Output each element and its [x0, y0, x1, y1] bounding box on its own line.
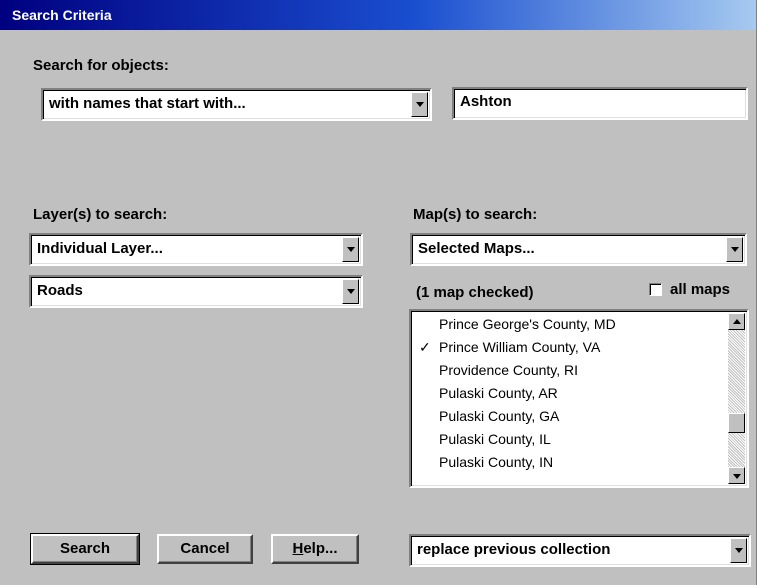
map-scope-value: Selected Maps... [418, 240, 535, 257]
chevron-down-icon[interactable] [726, 237, 743, 262]
layer-scope-value: Individual Layer... [37, 240, 163, 257]
maps-list[interactable]: Prince George's County, MD ✓ Prince Will… [409, 309, 749, 488]
list-item[interactable]: Prince George's County, MD [439, 316, 616, 332]
title-bar[interactable]: Search Criteria [0, 0, 756, 30]
search-text-value: Ashton [460, 93, 512, 110]
chevron-down-icon[interactable] [342, 237, 359, 262]
search-criteria-dialog: Search Criteria Search for objects: with… [0, 0, 757, 585]
layer-value: Roads [37, 282, 83, 299]
chevron-down-icon[interactable] [342, 279, 359, 304]
list-item[interactable]: Prince William County, VA [439, 339, 600, 355]
scrollbar-thumb[interactable] [728, 413, 745, 433]
maps-checked-count: (1 map checked) [416, 284, 534, 301]
map-scope-select[interactable]: Selected Maps... [410, 233, 747, 266]
all-maps-label[interactable]: all maps [670, 281, 730, 298]
cancel-button[interactable]: Cancel [157, 534, 253, 564]
list-item[interactable]: Providence County, RI [439, 362, 578, 378]
checkmark-icon: ✓ [419, 339, 431, 355]
search-for-label: Search for objects: [33, 57, 169, 74]
help-button[interactable]: Help... [271, 534, 359, 564]
layer-select[interactable]: Roads [29, 275, 363, 308]
help-button-label: elp... [303, 540, 338, 557]
search-mode-value: with names that start with... [49, 95, 246, 112]
window-title: Search Criteria [12, 7, 112, 23]
collection-mode-select[interactable]: replace previous collection [409, 534, 751, 567]
maps-label: Map(s) to search: [413, 206, 538, 223]
collection-mode-value: replace previous collection [417, 541, 611, 558]
layer-scope-select[interactable]: Individual Layer... [29, 233, 363, 266]
scroll-down-icon[interactable] [728, 467, 745, 484]
layers-label: Layer(s) to search: [33, 206, 168, 223]
list-item[interactable]: Pulaski County, IN [439, 454, 553, 470]
chevron-down-icon[interactable] [411, 92, 428, 117]
scroll-up-icon[interactable] [728, 313, 745, 330]
search-button[interactable]: Search [30, 533, 140, 565]
maps-list-scrollbar[interactable] [728, 313, 745, 484]
chevron-down-icon[interactable] [730, 538, 747, 563]
search-text-input[interactable]: Ashton [452, 87, 748, 120]
list-item[interactable]: Pulaski County, GA [439, 408, 559, 424]
help-button-accelerator: H [292, 540, 304, 557]
list-item[interactable]: Pulaski County, AR [439, 385, 558, 401]
all-maps-checkbox[interactable] [649, 283, 662, 296]
list-item[interactable]: Pulaski County, IL [439, 431, 551, 447]
search-mode-select[interactable]: with names that start with... [41, 88, 432, 121]
